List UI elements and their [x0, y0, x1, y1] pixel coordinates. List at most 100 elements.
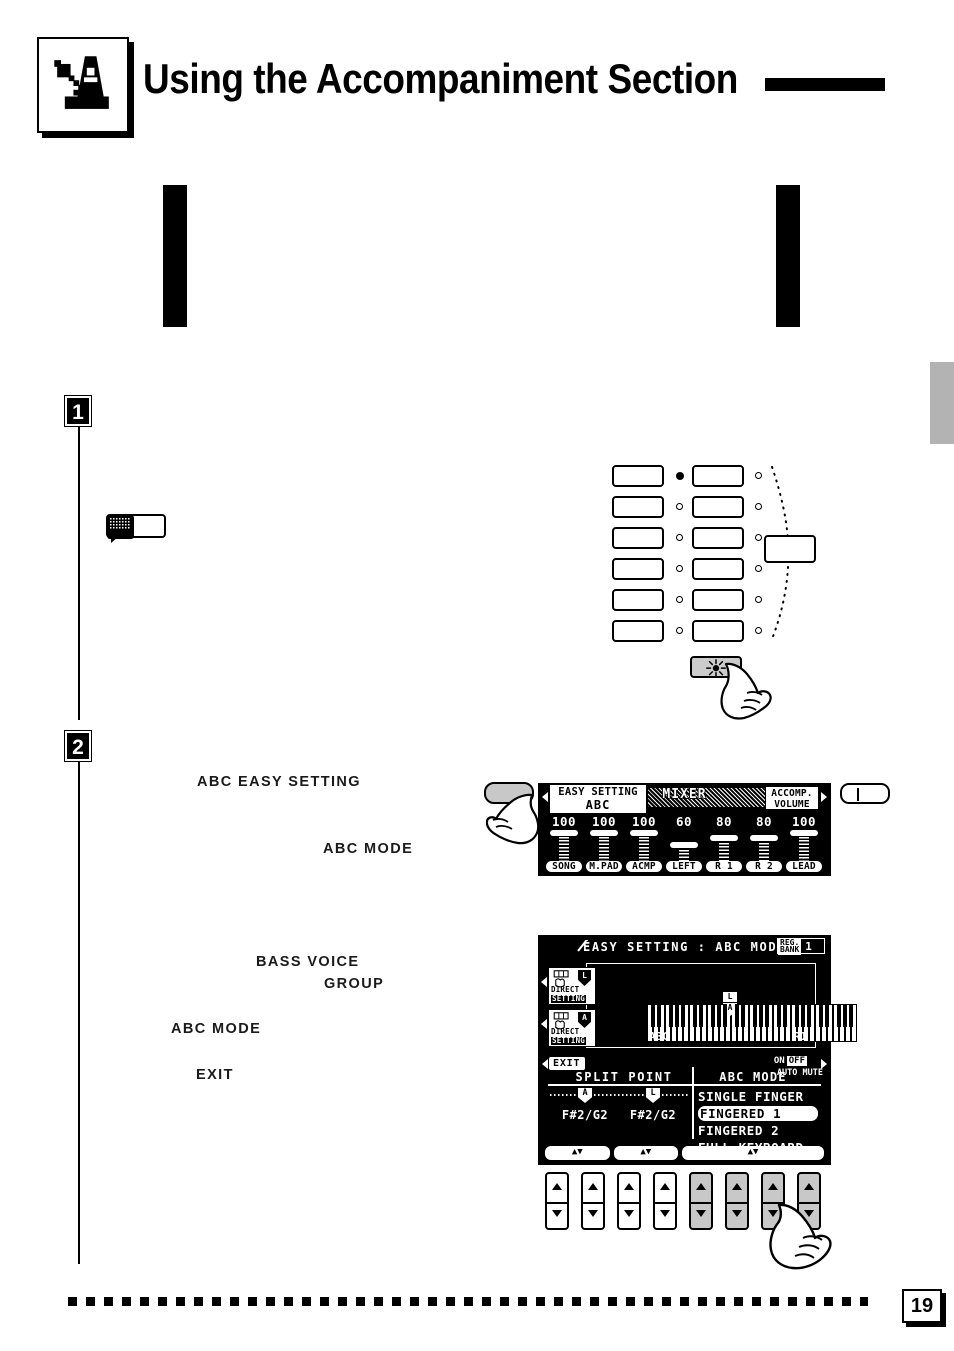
panel-led-l4 — [676, 565, 683, 572]
up-arrow-icon-5[interactable] — [696, 1183, 706, 1190]
panel-button-r2[interactable] — [692, 496, 744, 518]
mixer-knob-song[interactable] — [550, 830, 578, 836]
split-point-col-l[interactable]: L F#2/G2 — [618, 1088, 688, 1122]
mixer-slider-mpad[interactable] — [586, 830, 622, 864]
mixer-value-left: 60 — [675, 814, 693, 829]
panel-button-l5[interactable] — [612, 589, 664, 611]
up-down-button-row — [543, 1172, 833, 1270]
reg-bank-indicator: REG. BANK 1 — [777, 937, 825, 955]
mixer-slider-r2[interactable] — [746, 830, 782, 864]
mixer-value-acmp: 100 — [631, 814, 657, 829]
mixer-right-button[interactable] — [840, 783, 890, 804]
panel-button-l1[interactable] — [612, 465, 664, 487]
direct-setting-top-line1: DIRECT — [551, 985, 580, 994]
mixer-channel-song[interactable]: 100 — [546, 814, 582, 864]
panel-button-r1[interactable] — [692, 465, 744, 487]
easy-setting-badge[interactable]: EASY SETTING ABC — [548, 783, 648, 815]
auto-mute-toggle[interactable]: ON OFF — [774, 1056, 807, 1066]
panel-button-l2[interactable] — [612, 496, 664, 518]
up-down-button-2[interactable] — [581, 1172, 605, 1230]
lcd-bubble-tail — [111, 537, 118, 543]
up-down-button-1[interactable] — [545, 1172, 569, 1230]
panel-button-side[interactable] — [764, 535, 816, 563]
mixer-knob-left[interactable] — [670, 842, 698, 848]
up-arrow-icon-6[interactable] — [732, 1183, 742, 1190]
direct-setting-chip-bottom[interactable]: A DIRECT SETTING — [548, 1009, 596, 1047]
mixer-slider-song[interactable] — [546, 830, 582, 864]
up-arrow-icon-4[interactable] — [660, 1183, 670, 1190]
up-arrow-icon-8[interactable] — [804, 1183, 814, 1190]
mixer-channel-r1[interactable]: 80 — [706, 814, 742, 864]
footer-dotted-rule — [68, 1297, 868, 1306]
accomp-volume-line1: ACCOMP. — [771, 788, 813, 799]
up-down-button-5[interactable] — [689, 1172, 713, 1230]
mixer-channel-left[interactable]: 60 — [666, 814, 702, 864]
reg-bank-value: 1 — [805, 939, 812, 953]
easy-setting-badge-line1: EASY SETTING — [558, 786, 638, 798]
mixer-knob-r1[interactable] — [710, 835, 738, 841]
soft-button-split-l[interactable]: ▲▼ — [613, 1146, 679, 1160]
mixer-slider-left[interactable] — [666, 830, 702, 864]
down-arrow-icon-6[interactable] — [732, 1210, 742, 1217]
down-arrow-icon-3[interactable] — [624, 1210, 634, 1217]
up-arrow-icon-1[interactable] — [552, 1183, 562, 1190]
mixer-knob-acmp[interactable] — [630, 830, 658, 836]
abc-mode-heading: ABC MODE — [719, 1070, 787, 1084]
direct-setting-top-line2: SETTING — [551, 994, 587, 1003]
panel-button-r6[interactable] — [692, 620, 744, 642]
panel-led-l2 — [676, 503, 683, 510]
easy-setting-badge-line2: ABC — [585, 798, 611, 812]
accomp-volume-badge[interactable]: ACCOMP. VOLUME — [765, 786, 819, 810]
step-marker-2: 2 — [64, 730, 92, 762]
mixer-channel-mpad[interactable]: 100 — [586, 814, 622, 864]
page-header: Using the Accompaniment Section — [0, 0, 954, 150]
mixer-slider-acmp[interactable] — [626, 830, 662, 864]
down-arrow-icon-2[interactable] — [588, 1210, 598, 1217]
direct-setting-bottom-line2: SETTING — [551, 1036, 587, 1045]
panel-button-r3[interactable] — [692, 527, 744, 549]
direct-setting-chip-top[interactable]: L DIRECT SETTING — [548, 967, 596, 1005]
abc-mode-option-single-finger[interactable]: SINGLE FINGER — [698, 1089, 818, 1104]
mixer-slider-lead[interactable] — [786, 830, 822, 864]
up-arrow-icon-7[interactable] — [768, 1183, 778, 1190]
down-arrow-icon-5[interactable] — [696, 1210, 706, 1217]
up-down-button-4[interactable] — [653, 1172, 677, 1230]
pointing-hand-mixer-icon — [486, 793, 540, 845]
down-arrow-icon-4[interactable] — [660, 1210, 670, 1217]
abc-mode-option-fingered-1[interactable]: FINGERED 1 — [698, 1106, 818, 1121]
split-point-dots-l: L — [618, 1088, 688, 1103]
exit-button[interactable]: EXIT — [548, 1056, 587, 1071]
panel-button-r5[interactable] — [692, 589, 744, 611]
up-down-button-6[interactable] — [725, 1172, 749, 1230]
keyboard-left-zone-label: ABC — [649, 1030, 669, 1043]
section-edge-tab — [930, 362, 954, 444]
mixer-slider-r1[interactable] — [706, 830, 742, 864]
split-point-col-a[interactable]: A F#2/G2 — [550, 1088, 620, 1122]
panel-button-l4[interactable] — [612, 558, 664, 580]
intro-bar-left — [163, 185, 187, 327]
panel-button-l3[interactable] — [612, 527, 664, 549]
soft-button-abc-mode[interactable]: ▲▼ — [682, 1146, 825, 1160]
mixer-knob-mpad[interactable] — [590, 830, 618, 836]
mixer-knob-r2[interactable] — [750, 835, 778, 841]
mixer-value-mpad: 100 — [591, 814, 617, 829]
panel-led-l5 — [676, 596, 683, 603]
mixer-channel-r2[interactable]: 80 — [746, 814, 782, 864]
mixer-lcd-screen: MIXER EASY SETTING ABC ACCOMP. VOLUME 10… — [538, 783, 831, 876]
up-arrow-icon-2[interactable] — [588, 1183, 598, 1190]
pointing-hand-panel-icon — [720, 662, 772, 720]
mixer-value-r1: 80 — [715, 814, 733, 829]
mixer-knob-lead[interactable] — [790, 830, 818, 836]
abc-mode-option-fingered-2[interactable]: FINGERED 2 — [698, 1123, 818, 1138]
soft-button-split-a[interactable]: ▲▼ — [545, 1146, 610, 1160]
up-arrow-icon-3[interactable] — [624, 1183, 634, 1190]
mixer-channel-acmp[interactable]: 100 — [626, 814, 662, 864]
panel-button-r4[interactable] — [692, 558, 744, 580]
mixer-channel-lead[interactable]: 100 — [786, 814, 822, 864]
label-exit: EXIT — [196, 1067, 234, 1083]
up-down-button-3[interactable] — [617, 1172, 641, 1230]
step-marker-1: 1 — [64, 395, 92, 427]
down-arrow-icon-1[interactable] — [552, 1210, 562, 1217]
panel-button-l6[interactable] — [612, 620, 664, 642]
direct-setting-bottom-line1: DIRECT — [551, 1027, 580, 1036]
